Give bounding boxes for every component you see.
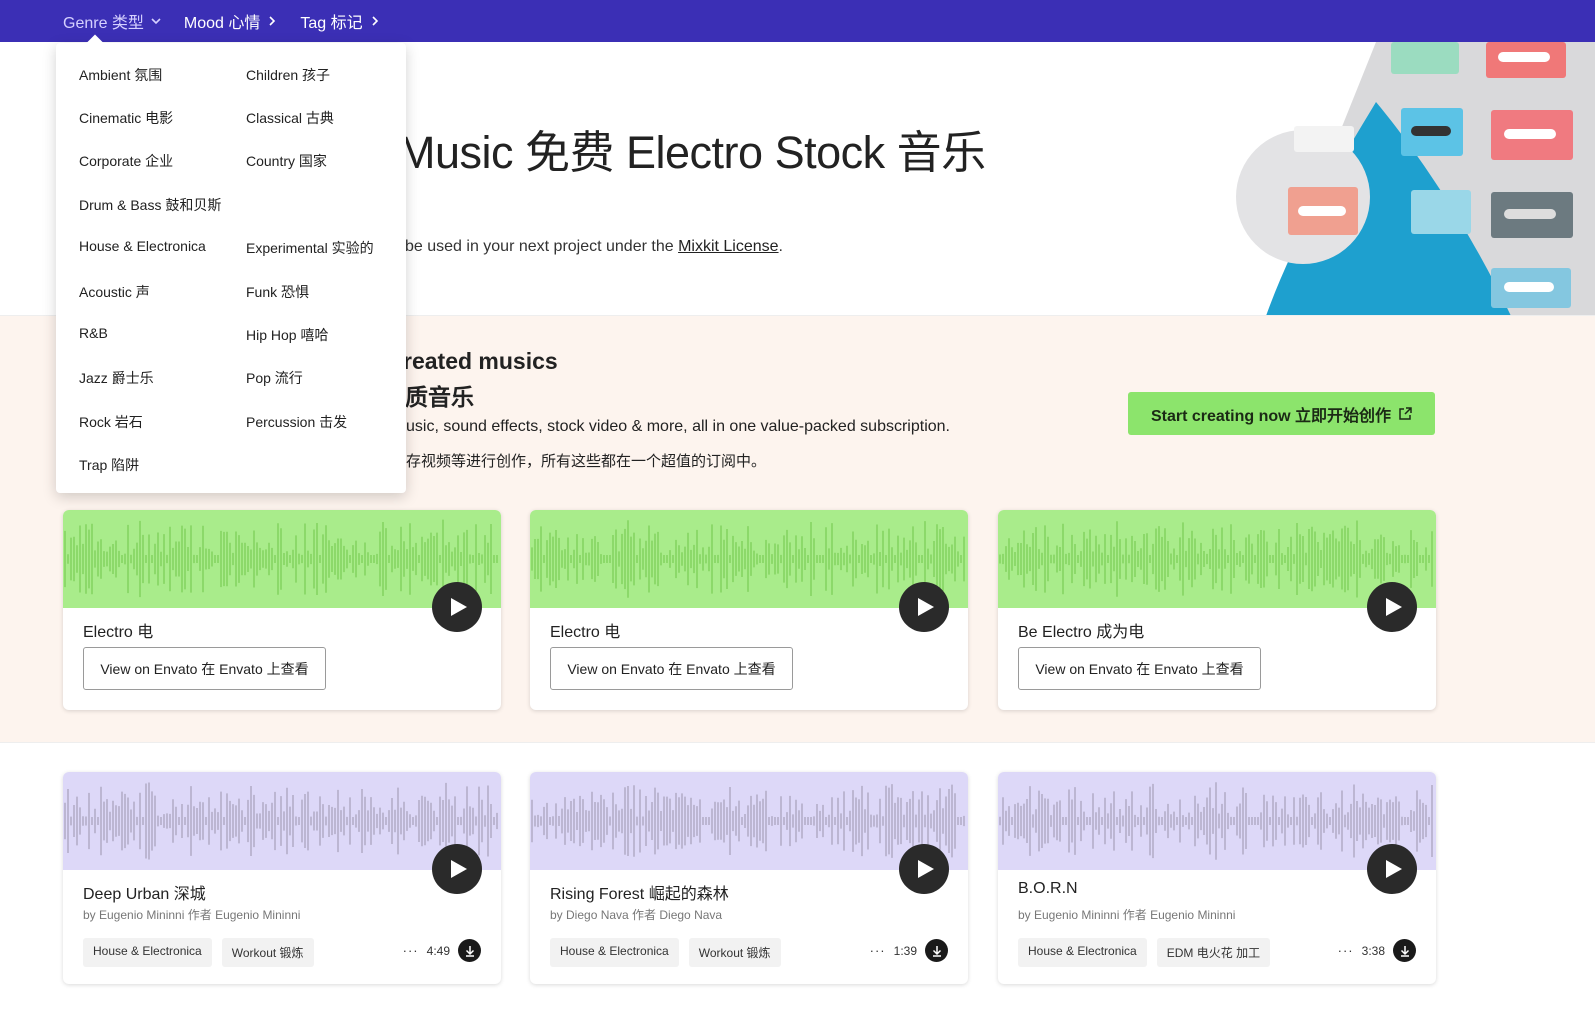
genre-menu-item[interactable]: Drum & Bass 鼓和贝斯 bbox=[79, 195, 221, 215]
genre-menu-item[interactable]: Hip Hop 嘻哈 bbox=[246, 325, 328, 345]
chevron-right-icon bbox=[372, 16, 378, 26]
track-title: Be Electro 成为电 bbox=[1018, 624, 1145, 641]
chevron-down-icon bbox=[151, 18, 161, 25]
promo-text-en: usic, sound effects, stock video & more,… bbox=[406, 418, 950, 435]
track-title[interactable]: Deep Urban 深城 bbox=[83, 880, 206, 904]
track-author[interactable]: by Eugenio Mininni 作者 Eugenio Mininni bbox=[83, 906, 300, 923]
genre-menu-item[interactable]: Funk 恐惧 bbox=[246, 282, 309, 302]
nav-genre[interactable]: Genre 类型 bbox=[63, 9, 162, 33]
tag-list: House & Electronica Workout 锻炼 bbox=[83, 938, 314, 967]
genre-menu-item[interactable]: Rock 岩石 bbox=[79, 412, 143, 432]
track-meta: ··· 3:38 bbox=[1338, 939, 1416, 962]
more-options-icon[interactable]: ··· bbox=[870, 943, 886, 958]
play-icon bbox=[1386, 598, 1402, 616]
track-duration: 3:38 bbox=[1361, 943, 1385, 958]
play-button[interactable] bbox=[899, 582, 949, 632]
download-icon[interactable] bbox=[1393, 939, 1416, 962]
genre-menu-item[interactable]: Cinematic 电影 bbox=[79, 108, 173, 128]
more-options-icon[interactable]: ··· bbox=[403, 943, 419, 958]
view-on-envato-button[interactable]: View on Envato 在 Envato 上查看 bbox=[1018, 647, 1261, 690]
genre-menu-item[interactable]: Jazz 爵士乐 bbox=[79, 368, 154, 388]
play-button[interactable] bbox=[1367, 844, 1417, 894]
genre-menu-item[interactable]: Corporate 企业 bbox=[79, 151, 173, 171]
view-on-envato-button[interactable]: View on Envato 在 Envato 上查看 bbox=[550, 647, 793, 690]
track-card: B.O.R.N by Eugenio Mininni 作者 Eugenio Mi… bbox=[998, 772, 1436, 984]
page-title: Music 免费 Electro Stock 音乐 bbox=[398, 127, 986, 178]
tag-chip[interactable]: Workout 锻炼 bbox=[221, 938, 314, 967]
track-card: Deep Urban 深城 by Eugenio Mininni 作者 Euge… bbox=[63, 772, 501, 984]
promo-text-zh: 存视频等进行创作，所有这些都在一个超值的订阅中。 bbox=[406, 453, 767, 470]
track-title[interactable]: Rising Forest 崛起的森林 bbox=[550, 880, 729, 904]
license-link[interactable]: Mixkit License bbox=[678, 238, 778, 255]
nav-genre-label: Genre 类型 bbox=[63, 15, 144, 32]
genre-menu-item[interactable]: Classical 古典 bbox=[246, 108, 334, 128]
more-options-icon[interactable]: ··· bbox=[1338, 943, 1354, 958]
track-author[interactable]: by Diego Nava 作者 Diego Nava bbox=[550, 906, 722, 923]
genre-menu-item[interactable]: R&B bbox=[79, 325, 108, 341]
tag-list: House & Electronica Workout 锻炼 bbox=[550, 938, 781, 967]
play-icon bbox=[451, 598, 467, 616]
promo-heading-en: reated musics bbox=[403, 348, 558, 374]
envato-card: Be Electro 成为电 View on Envato 在 Envato 上… bbox=[998, 510, 1436, 710]
start-creating-button[interactable]: Start creating now 立即开始创作 bbox=[1128, 392, 1435, 435]
chevron-right-icon bbox=[269, 16, 276, 26]
track-meta: ··· 4:49 bbox=[403, 939, 481, 962]
track-duration: 4:49 bbox=[426, 943, 450, 958]
hero-subtitle-end: . bbox=[778, 238, 783, 255]
track-duration: 1:39 bbox=[893, 943, 917, 958]
track-title: Electro 电 bbox=[83, 624, 154, 641]
genre-menu-item[interactable]: House & Electronica bbox=[79, 238, 206, 254]
genre-menu-item[interactable]: Experimental 实验的 bbox=[246, 238, 374, 258]
play-button[interactable] bbox=[1367, 582, 1417, 632]
play-icon bbox=[1386, 860, 1402, 878]
tag-chip[interactable]: Workout 锻炼 bbox=[688, 938, 781, 967]
nav-mood-label: Mood 心情 bbox=[183, 15, 261, 32]
track-title[interactable]: B.O.R.N bbox=[1018, 880, 1078, 898]
external-link-icon bbox=[1399, 407, 1412, 420]
tag-chip[interactable]: House & Electronica bbox=[550, 938, 679, 967]
genre-menu-item[interactable]: Acoustic 声 bbox=[79, 282, 150, 302]
start-creating-label: Start creating now 立即开始创作 bbox=[1150, 407, 1392, 425]
play-button[interactable] bbox=[432, 582, 482, 632]
play-icon bbox=[918, 860, 934, 878]
play-icon bbox=[451, 860, 467, 878]
nav-tag-label: Tag 标记 bbox=[300, 15, 363, 32]
genre-menu-item[interactable]: Ambient 氛围 bbox=[79, 65, 162, 85]
download-icon[interactable] bbox=[925, 939, 948, 962]
hero-subtitle: be used in your next project under the M… bbox=[405, 238, 783, 256]
genre-menu-item[interactable]: Children 孩子 bbox=[246, 65, 330, 85]
play-button[interactable] bbox=[899, 844, 949, 894]
play-icon bbox=[918, 598, 934, 616]
track-title: Electro 电 bbox=[550, 624, 621, 641]
genre-menu-item[interactable]: Pop 流行 bbox=[246, 368, 303, 388]
cassette-tapes-image bbox=[1236, 42, 1595, 315]
play-button[interactable] bbox=[432, 844, 482, 894]
track-meta: ··· 1:39 bbox=[870, 939, 948, 962]
top-nav: Genre 类型 Mood 心情 Tag 标记 bbox=[0, 0, 1595, 42]
envato-card: Electro 电 View on Envato 在 Envato 上查看 bbox=[530, 510, 968, 710]
tag-chip[interactable]: House & Electronica bbox=[1018, 938, 1147, 967]
genre-dropdown-menu: Ambient 氛围 Cinematic 电影 Corporate 企业 Dru… bbox=[56, 43, 406, 493]
tag-list: House & Electronica EDM 电火花 加工 bbox=[1018, 938, 1271, 967]
track-card: Rising Forest 崛起的森林 by Diego Nava 作者 Die… bbox=[530, 772, 968, 984]
nav-mood[interactable]: Mood 心情 bbox=[184, 9, 278, 33]
envato-card: Electro 电 View on Envato 在 Envato 上查看 bbox=[63, 510, 501, 710]
genre-menu-item[interactable]: Trap 陷阱 bbox=[79, 455, 139, 475]
tag-chip[interactable]: House & Electronica bbox=[83, 938, 212, 967]
hero-subtitle-text: be used in your next project under the bbox=[405, 238, 679, 255]
nav-tag[interactable]: Tag 标记 bbox=[300, 9, 380, 33]
download-icon[interactable] bbox=[458, 939, 481, 962]
promo-heading-zh: 质音乐 bbox=[405, 384, 474, 410]
genre-menu-item[interactable]: Percussion 击发 bbox=[246, 412, 347, 432]
view-on-envato-button[interactable]: View on Envato 在 Envato 上查看 bbox=[83, 647, 326, 690]
genre-menu-item[interactable]: Country 国家 bbox=[246, 151, 327, 171]
tag-chip[interactable]: EDM 电火花 加工 bbox=[1156, 938, 1271, 967]
track-author[interactable]: by Eugenio Mininni 作者 Eugenio Mininni bbox=[1018, 906, 1235, 923]
